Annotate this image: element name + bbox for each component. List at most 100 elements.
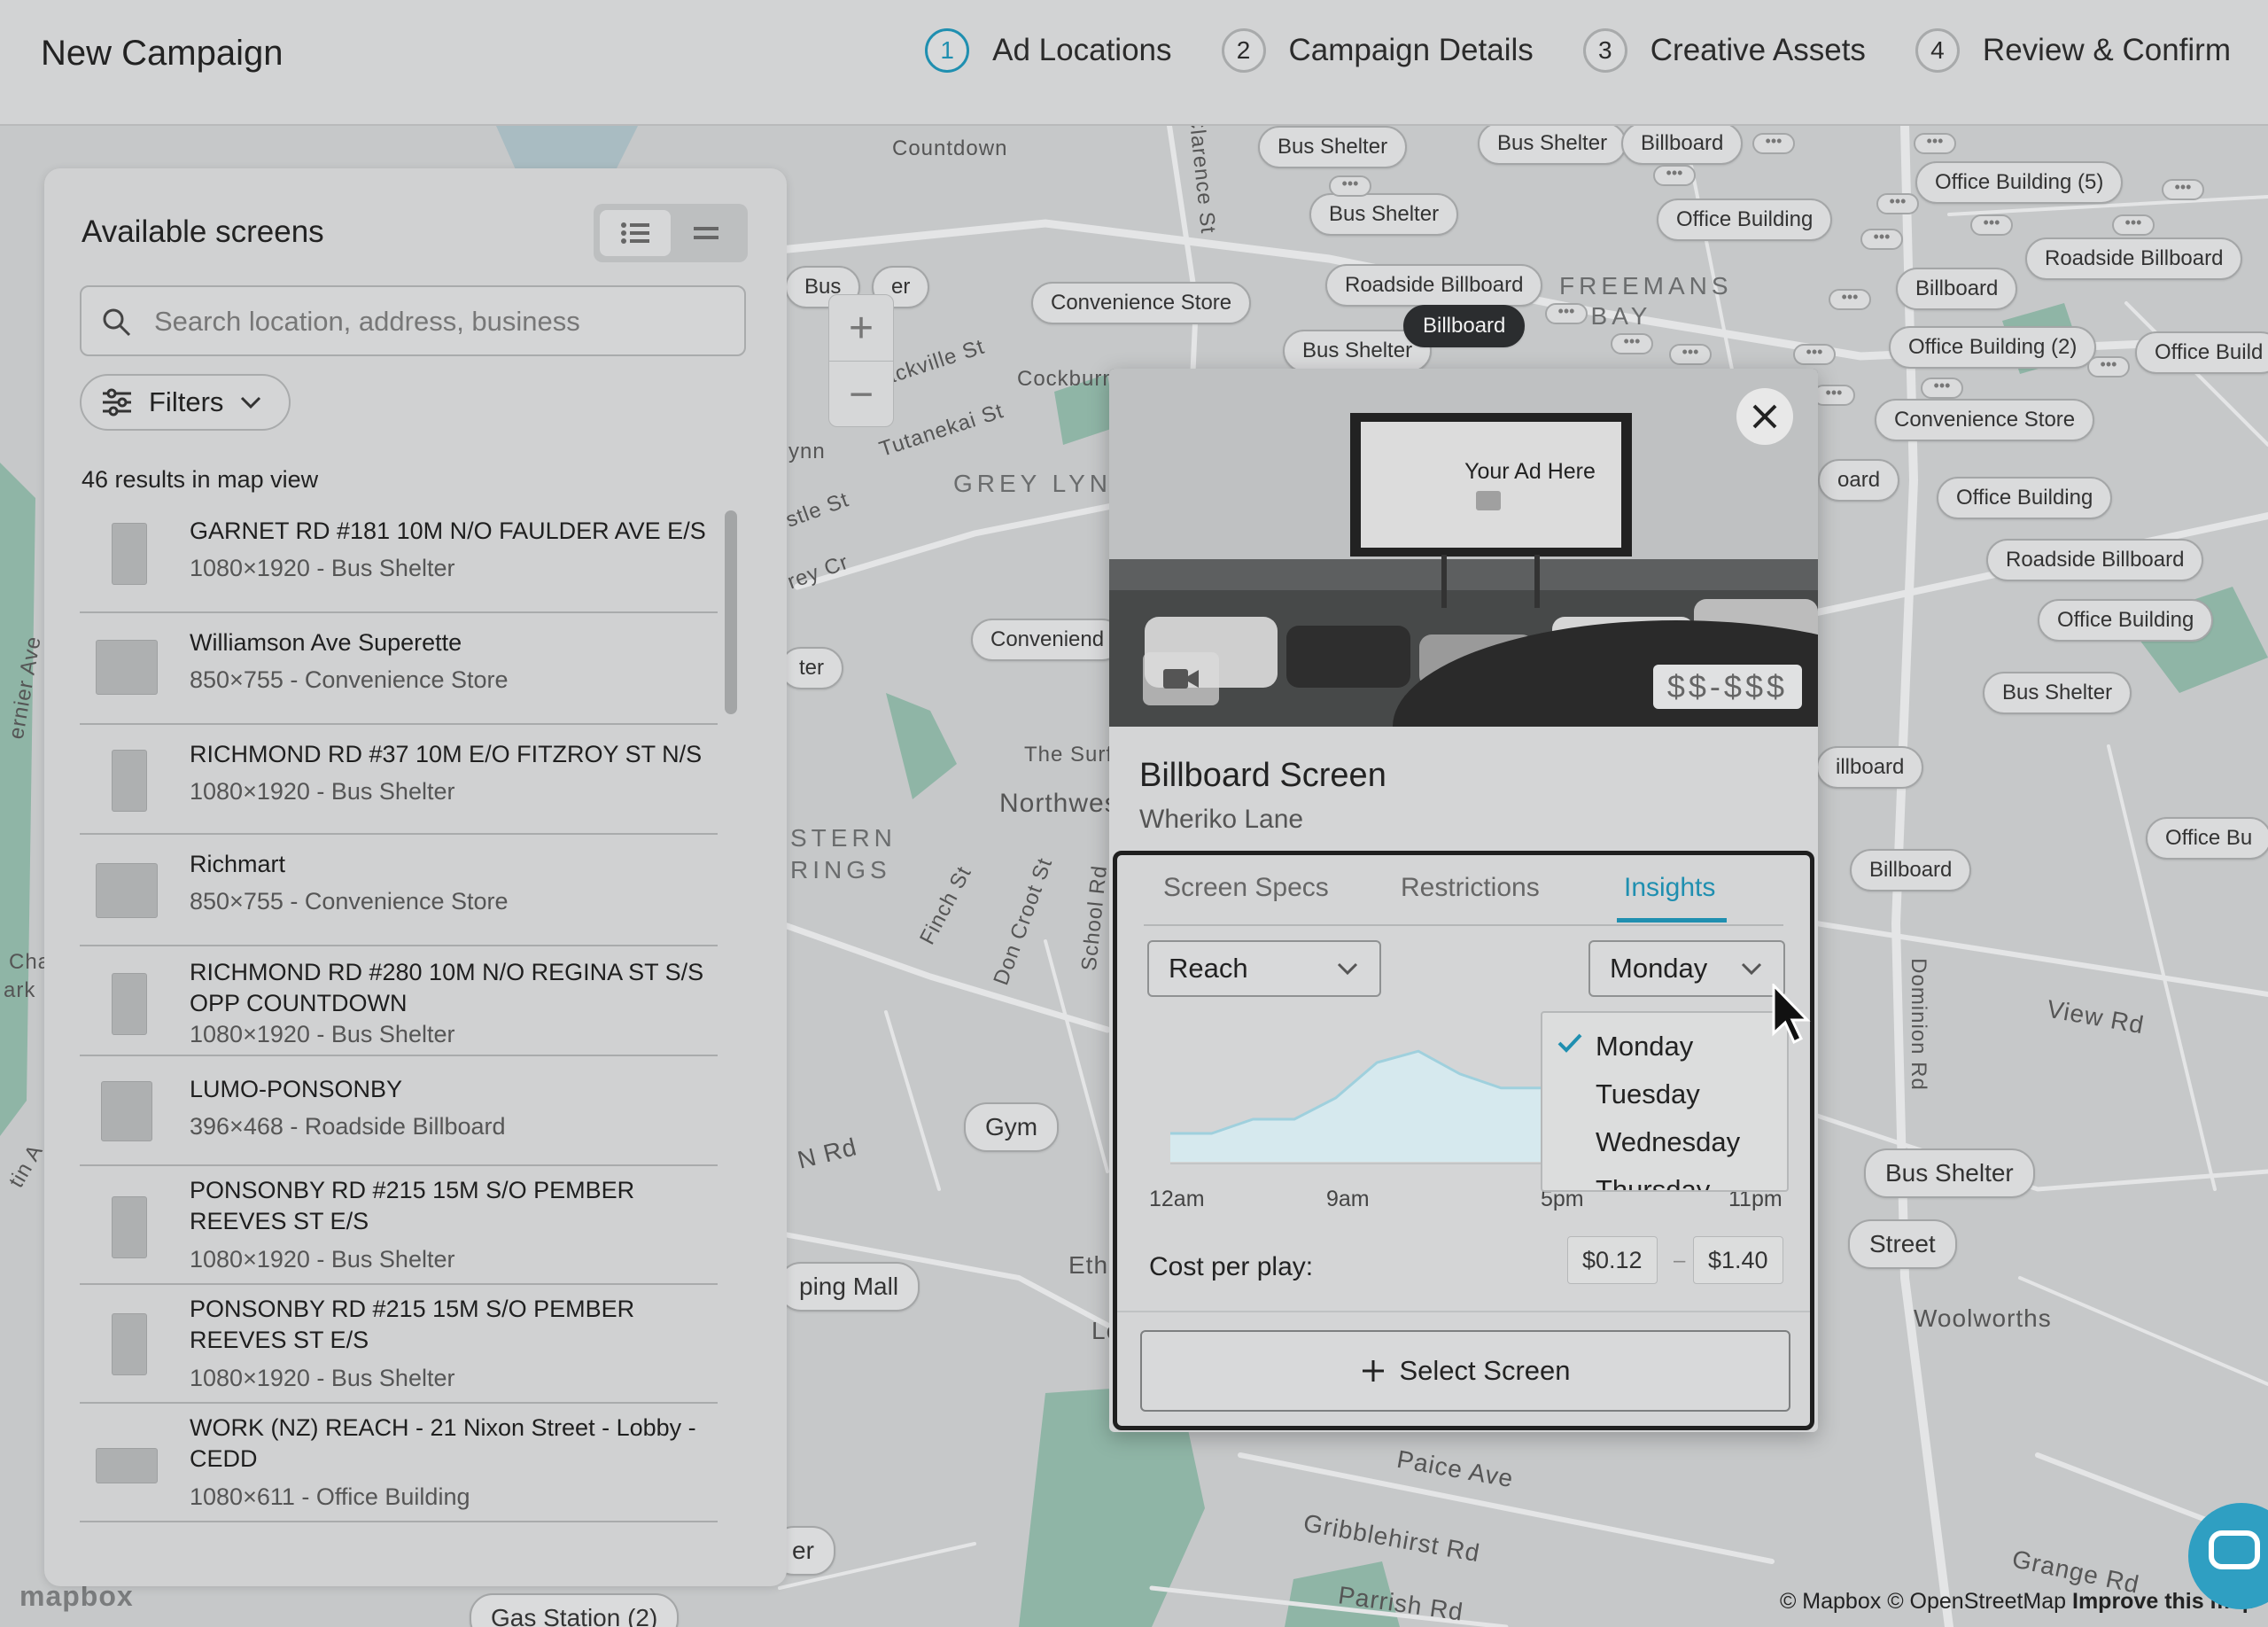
plus-icon (1362, 1360, 1384, 1382)
map-pin[interactable]: Bus Shelter (1983, 672, 2132, 714)
chat-icon (2209, 1530, 2260, 1569)
map-pin[interactable]: oard (1818, 459, 1900, 502)
step-campaign-details[interactable]: 2 Campaign Details (1221, 28, 1534, 73)
map-pin[interactable]: Office Bu (2146, 817, 2268, 860)
map-cluster-dots[interactable]: ••• (1829, 289, 1871, 310)
checkmark-icon (1557, 1033, 1582, 1053)
map-pin[interactable]: Bus Shelter (1478, 126, 1627, 165)
map-cluster-dots[interactable]: ••• (1793, 344, 1836, 365)
screen-specs: 1080×1920 - Bus Shelter (190, 1021, 455, 1047)
zoom-in-button[interactable]: + (829, 295, 893, 362)
map-pin[interactable]: Office Building (1657, 199, 1833, 241)
map-pin[interactable]: Roadside Billboard (2025, 237, 2243, 280)
map-cluster-dots[interactable]: ••• (1545, 303, 1588, 324)
map-pin[interactable]: illboard (1816, 746, 1924, 789)
screen-thumbnail (112, 750, 147, 812)
list-item[interactable]: WORK (NZ) REACH - 21 Nixon Street - Lobb… (80, 1404, 718, 1522)
screen-location: Wheriko Lane (1139, 805, 1304, 834)
list-item[interactable]: PONSONBY RD #215 15M S/O PEMBER REEVES S… (80, 1285, 718, 1404)
map-cluster-dots[interactable]: ••• (1329, 175, 1371, 197)
day-option-wednesday[interactable]: Wednesday (1596, 1126, 1740, 1158)
map-pin-selected[interactable]: Billboard (1403, 305, 1526, 347)
day-option-tuesday[interactable]: Tuesday (1596, 1078, 1700, 1110)
list-view-button[interactable] (600, 210, 671, 256)
map-cluster-dots[interactable]: ••• (1669, 344, 1712, 365)
map-pin[interactable]: Conveniend (971, 619, 1124, 661)
zoom-out-button[interactable]: − (829, 362, 893, 427)
select-screen-button[interactable]: Select Screen (1140, 1330, 1790, 1412)
map-cluster-dots[interactable]: ••• (1970, 214, 2013, 236)
screen-specs: 1080×1920 - Bus Shelter (190, 1246, 455, 1273)
chevron-down-icon (241, 396, 261, 409)
list-scrollbar[interactable] (725, 510, 737, 714)
map-pin[interactable]: Roadside Billboard (1325, 264, 1543, 307)
map-cluster-dots[interactable]: ••• (1752, 133, 1795, 154)
list-item[interactable]: RICHMOND RD #280 10M N/O REGINA ST S/S O… (80, 946, 718, 1056)
list-item[interactable]: RICHMOND RD #37 10M E/O FITZROY ST N/S 1… (80, 725, 718, 835)
map-pin[interactable]: Office Building (1937, 477, 2113, 519)
map-pin[interactable]: Gas Station (2) (470, 1593, 680, 1627)
map-pin[interactable]: Office Building (2038, 599, 2214, 642)
screen-specs: 396×468 - Roadside Billboard (190, 1113, 506, 1140)
video-camera-icon (1163, 669, 1199, 689)
map-cluster-dots[interactable]: ••• (1921, 378, 1963, 399)
map-pin[interactable]: Bus Shelter (1309, 193, 1459, 236)
day-select[interactable]: Monday (1588, 940, 1785, 997)
compact-view-button[interactable] (671, 210, 742, 256)
map-cluster-dots[interactable]: ••• (1813, 385, 1855, 406)
map-cluster-dots[interactable]: ••• (1653, 165, 1696, 186)
map-cluster-dots[interactable]: ••• (1611, 333, 1653, 354)
map-cluster-dots[interactable]: ••• (2087, 356, 2130, 378)
place-label: Northwes (999, 789, 1119, 818)
map-cluster-dots[interactable]: ••• (1914, 133, 1956, 154)
map-pin[interactable]: Convenience Store (1031, 282, 1252, 324)
step-creative-assets[interactable]: 3 Creative Assets (1582, 28, 1866, 73)
step-ad-locations[interactable]: 1 Ad Locations (925, 28, 1172, 73)
list-item[interactable]: Richmart 850×755 - Convenience Store (80, 835, 718, 946)
map-cluster-dots[interactable]: ••• (2112, 214, 2155, 236)
metric-select[interactable]: Reach (1147, 940, 1381, 997)
map-pin[interactable]: Gym (964, 1102, 1060, 1152)
zoom-control: + − (828, 294, 894, 427)
map-pin[interactable]: Office Build (2135, 331, 2268, 374)
screen-name: PONSONBY RD #215 15M S/O PEMBER REEVES S… (190, 1177, 635, 1234)
day-option-monday[interactable]: Monday (1596, 1031, 1693, 1063)
tab-insights[interactable]: Insights (1624, 873, 1715, 903)
map-pin[interactable]: Office Building (2) (1889, 326, 2097, 369)
map-pin[interactable]: Billboard (1850, 849, 1972, 891)
map-pin[interactable]: Street (1848, 1219, 1957, 1269)
filters-button[interactable]: Filters (80, 374, 291, 431)
section-divider (1117, 1311, 1810, 1312)
screen-thumbnail (112, 1196, 147, 1258)
place-label: STERN RINGS (790, 824, 897, 884)
step-review-confirm[interactable]: 4 Review & Confirm (1915, 28, 2231, 73)
map-pin[interactable]: Convenience Store (1875, 399, 2095, 441)
close-button[interactable] (1736, 388, 1793, 445)
search-input[interactable] (152, 287, 723, 356)
screen-name: PONSONBY RD #215 15M S/O PEMBER REEVES S… (190, 1296, 635, 1353)
list-item[interactable]: GARNET RD #181 10M N/O FAULDER AVE E/S 1… (80, 503, 718, 613)
tab-screen-specs[interactable]: Screen Specs (1163, 873, 1329, 903)
screen-name: LUMO-PONSONBY (190, 1076, 403, 1102)
day-option-thursday[interactable]: Thursday (1596, 1174, 1710, 1190)
map-cluster-dots[interactable]: ••• (1860, 229, 1903, 250)
screen-name: WORK (NZ) REACH - 21 Nixon Street - Lobb… (190, 1414, 696, 1472)
map-pin[interactable]: ping Mall (778, 1262, 920, 1312)
list-item[interactable]: PONSONBY RD #215 15M S/O PEMBER REEVES S… (80, 1166, 718, 1285)
list-item[interactable]: Williamson Ave Superette 850×755 - Conve… (80, 613, 718, 725)
map-pin[interactable]: Billboard (1621, 126, 1744, 165)
tab-restrictions[interactable]: Restrictions (1401, 873, 1540, 903)
map-pin[interactable]: Bus Shelter (1258, 126, 1408, 168)
map-cluster-dots[interactable]: ••• (1876, 193, 1919, 214)
chart-x-tick: 9am (1326, 1187, 1370, 1211)
map-pin[interactable]: Office Building (5) (1915, 161, 2124, 204)
map-pin[interactable]: Roadside Billboard (1986, 539, 2204, 581)
day-dropdown-menu: Monday Tuesday Wednesday Thursday (1541, 1011, 1789, 1192)
map-pin[interactable]: ter (780, 647, 844, 689)
map-pin[interactable]: Bus Shelter (1864, 1148, 2035, 1198)
list-item[interactable]: LUMO-PONSONBY 396×468 - Roadside Billboa… (80, 1056, 718, 1166)
view-toggle (594, 204, 748, 262)
place-label: Cockburn (1017, 367, 1115, 391)
map-cluster-dots[interactable]: ••• (2162, 179, 2204, 200)
map-pin[interactable]: Billboard (1896, 268, 2018, 310)
